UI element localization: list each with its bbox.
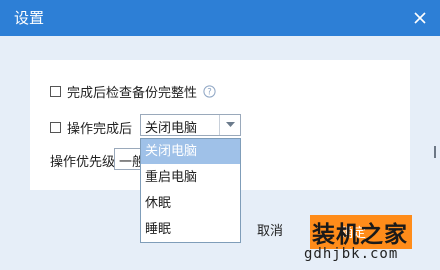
cancel-button[interactable]: 取消 (238, 221, 302, 243)
priority-label: 操作优先级 (50, 155, 116, 170)
after-completion-select[interactable]: 关闭电脑 (140, 114, 241, 136)
dropdown-option-sleep[interactable]: 睡眠 (141, 217, 240, 242)
scroll-edge (434, 146, 436, 158)
after-completion-checkbox[interactable] (50, 122, 61, 133)
dropdown-option-shutdown[interactable]: 关闭电脑 (141, 139, 240, 164)
watermark-url: gdhjbk.com (304, 246, 399, 262)
after-completion-select-value: 关闭电脑 (145, 121, 198, 136)
after-completion-select-arrow[interactable] (219, 115, 240, 135)
verify-row: 完成后检查备份完整性 ? (50, 82, 216, 101)
settings-dialog: 设置 完成后检查备份完整性 ? 操作完成后 操作优先级 关闭电脑 一般 关闭电脑… (0, 0, 440, 270)
after-completion-label: 操作完成后 (67, 122, 133, 137)
dialog-title: 设置 (14, 9, 45, 27)
dropdown-option-restart[interactable]: 重启电脑 (141, 165, 240, 190)
chevron-down-icon (225, 122, 235, 127)
title-bar: 设置 (0, 0, 440, 36)
after-completion-row: 操作完成后 (50, 118, 132, 137)
close-button[interactable] (410, 8, 430, 28)
after-completion-dropdown-list: 关闭电脑 重启电脑 休眠 睡眠 (140, 138, 241, 243)
dropdown-option-hibernate[interactable]: 休眠 (141, 191, 240, 216)
watermark-logo-text: 装机之家 (312, 222, 408, 248)
help-icon[interactable]: ? (203, 85, 216, 98)
svg-text:?: ? (207, 88, 212, 98)
verify-checkbox[interactable] (50, 86, 61, 97)
priority-row: 操作优先级 (50, 151, 115, 170)
verify-label: 完成后检查备份完整性 (67, 86, 198, 101)
close-icon (414, 12, 426, 24)
